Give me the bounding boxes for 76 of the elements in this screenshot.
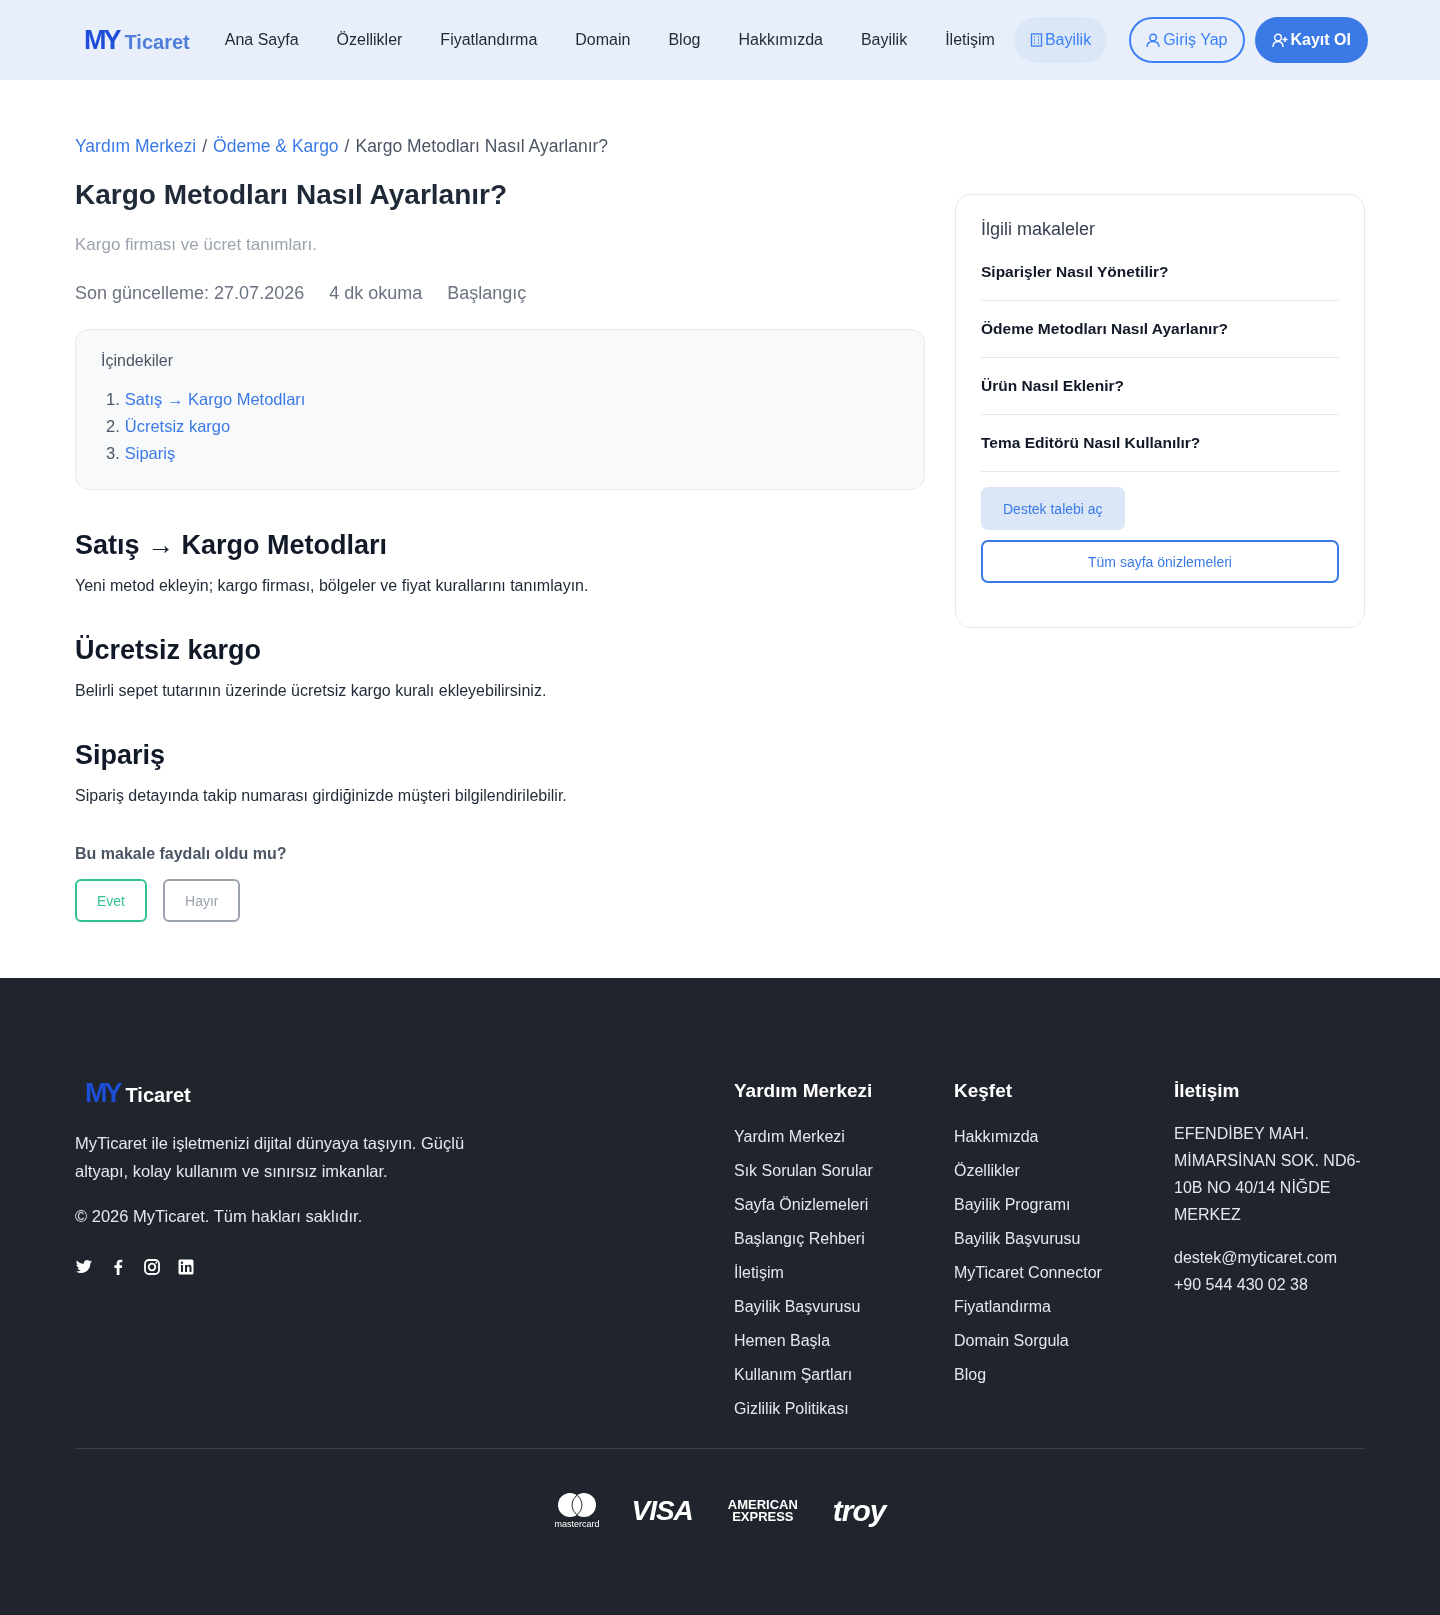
meta-text: Son güncelleme: 27.07.2026 [75,283,305,304]
toc-link[interactable]: Sipariş [124,440,176,467]
section-text: Belirli sepet tutarının üzerinde ücretsiz kargo kuralı ekleyebilirsiniz. [75,682,548,700]
footer-link[interactable]: Kullanım Şartları [734,1358,954,1392]
breadcrumb-link[interactable]: Ödeme & Kargo [213,136,339,157]
copyright-text: © 2026 MyTicaret. Tüm hakları saklıdır. [75,1206,364,1227]
register-button[interactable]: Kayıt Ol [1254,17,1368,63]
nav-link[interactable]: Fiyatlandırma [421,31,557,49]
column-heading: İletişim [1174,1080,1241,1102]
footer-link[interactable]: Yardım Merkezi [734,1120,954,1154]
related-link[interactable]: Tema Editörü Nasıl Kullanılır? [981,415,1339,472]
section-heading: Ücretsiz kargo [75,635,263,666]
footer-link[interactable]: Domain Sorgula [954,1324,1174,1358]
footer-link[interactable]: İletişim [734,1256,954,1290]
toc-number: 1. [106,389,120,410]
footer-link[interactable]: MyTicaret Connector [954,1256,1174,1290]
toc-number: 2. [106,416,120,437]
nav-link[interactable]: Ana Sayfa [205,31,318,49]
footer-link[interactable]: Bayilik Başvurusu [954,1222,1174,1256]
section-heading: Satış → Kargo Metodları [75,530,389,561]
toc-title: İçindekiler [101,352,175,370]
instagram-icon[interactable] [143,1258,161,1276]
breadcrumb-current: Kargo Metodları Nasıl Ayarlanır? [355,136,609,157]
toc-number: 3. [106,443,120,464]
twitter-icon[interactable] [75,1258,93,1276]
nav-link[interactable]: Domain [556,31,650,49]
linkedin-icon[interactable] [177,1258,195,1276]
building-icon [1029,33,1043,47]
nav-link[interactable]: Hakkımızda [719,31,842,49]
toc-link[interactable]: Ücretsiz kargo [124,413,231,440]
troy-logo: troy [832,1493,886,1528]
footer-link[interactable]: Sık Sorulan Sorular [734,1154,954,1188]
related-link[interactable]: Ödeme Metodları Nasıl Ayarlanır? [981,301,1339,358]
footer-link[interactable]: Başlangıç Rehberi [734,1222,954,1256]
column-heading: Yardım Merkezi [734,1080,874,1102]
section-text: Yeni metod ekleyin; kargo firması, bölgeler ve fiyat kurallarını tanımlayın. [75,577,590,595]
nav-link[interactable]: Bayilik [841,31,927,49]
address-text: EFENDİBEY MAH. MİMARSİNAN SOK. ND6-10B NO 40/14 NİĞDE MERKEZ [1174,1124,1362,1225]
footer-link[interactable]: Bayilik Başvurusu [734,1290,954,1324]
email-link[interactable]: destek@myticaret.com [1174,1244,1364,1271]
mastercard-logo: mastercard [554,1492,600,1529]
page-title: Kargo Metodları Nasıl Ayarlanır? [75,179,509,211]
footer-link[interactable]: Hemen Başla [734,1324,954,1358]
card-title: İlgili makaleler [981,219,1097,240]
meta-text: Başlangıç [447,283,527,304]
footer-link[interactable]: Gizlilik Politikası [734,1392,954,1426]
amex-logo: AMERICAN EXPRESS [726,1498,799,1523]
meta-text: 4 dk okuma [329,283,423,304]
previews-button[interactable]: Tüm sayfa önizlemeleri [981,540,1339,583]
nav-link[interactable]: Özellikler [317,31,422,49]
logo[interactable]: MY Ticaret [85,1078,734,1109]
breadcrumb-link[interactable]: Yardım Merkezi [75,136,197,157]
footer-description: MyTicaret ile işletmenizi dijital dünyaya taşıyın. Güçlü altyapı, kolay kullanım ve sınırsız imkanlar. [75,1133,466,1182]
breadcrumb-separator: / [202,136,208,157]
user-plus-icon [1271,32,1288,48]
footer-link[interactable]: Hakkımızda [954,1120,1174,1154]
nav-link[interactable]: İletişim [926,31,1014,49]
related-link[interactable]: Ürün Nasıl Eklenir? [981,358,1339,415]
section-text: Sipariş detayında takip numarası girdiğinizde müşteri bilgilendirilebilir. [75,787,568,805]
column-heading: Keşfet [954,1080,1014,1102]
footer-link[interactable]: Blog [954,1358,1174,1392]
footer-link[interactable]: Sayfa Önizlemeleri [734,1188,954,1222]
visa-logo: VISA [631,1494,693,1527]
breadcrumb-separator: / [344,136,350,157]
page-subtitle: Kargo firması ve ücret tanımları. [75,235,318,255]
user-icon [1146,32,1161,48]
toc-link[interactable]: Satış → Kargo Metodları [124,386,306,413]
footer-link[interactable]: Bayilik Programı [954,1188,1174,1222]
related-link[interactable]: Siparişler Nasıl Yönetilir? [981,244,1339,301]
footer-link[interactable]: Özellikler [954,1154,1174,1188]
feedback-question: Bu makale faydalı oldu mu? [75,845,288,863]
section-heading: Sipariş [75,740,167,771]
nav-link[interactable]: Blog [649,31,720,49]
footer-link[interactable]: Fiyatlandırma [954,1290,1174,1324]
phone-text: +90 544 430 02 38 [1174,1275,1309,1295]
logo[interactable]: MY Ticaret [84,24,190,56]
